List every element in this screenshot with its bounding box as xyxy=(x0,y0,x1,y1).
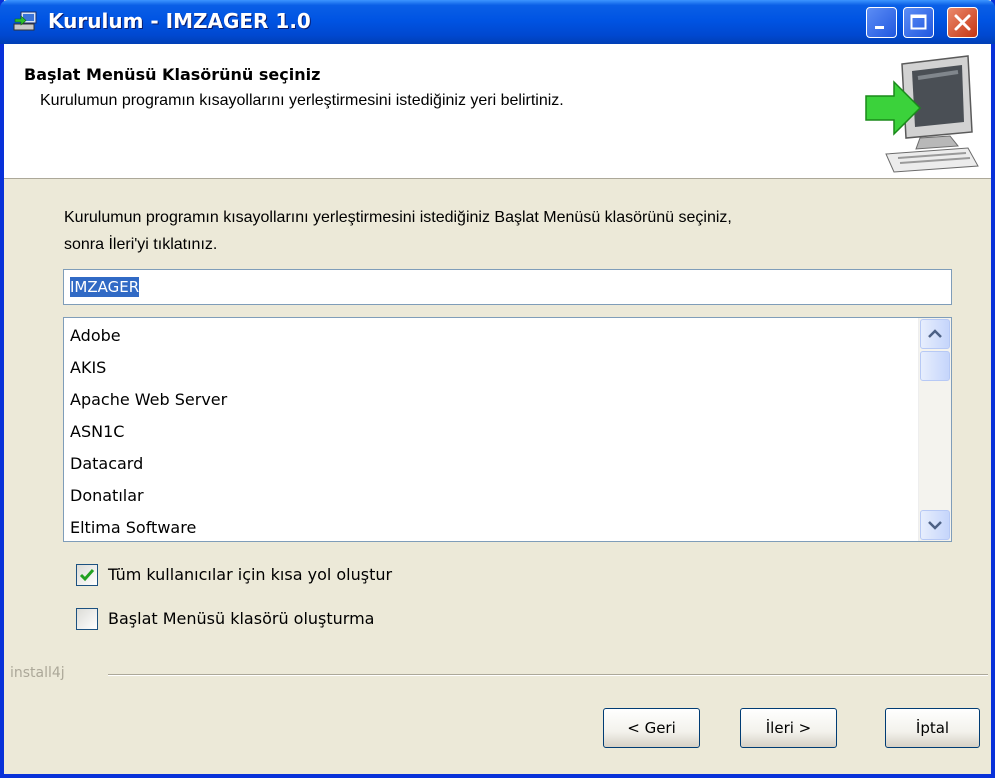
scroll-down-button[interactable] xyxy=(920,510,950,540)
vertical-scrollbar[interactable] xyxy=(918,318,951,541)
no-folder-checkbox[interactable] xyxy=(76,608,98,630)
list-item[interactable]: Eltima Software xyxy=(70,512,227,541)
page-title: Başlat Menüsü Klasörünü seçiniz xyxy=(24,65,321,84)
install4j-brand: install4j xyxy=(10,665,65,681)
folder-name-input[interactable]: IMZAGER xyxy=(63,269,952,305)
page-subtitle: Kurulumun programın kısayollarını yerleş… xyxy=(40,92,564,109)
instruction-line-2: sonra İleri'yi tıklatınız. xyxy=(64,236,218,253)
list-item[interactable]: Adobe xyxy=(70,320,227,352)
checkmark-icon xyxy=(79,569,95,582)
instruction-line-1: Kurulumun programın kısayollarını yerleş… xyxy=(64,209,732,226)
next-button[interactable]: İleri > xyxy=(740,708,837,748)
folder-name-value: IMZAGER xyxy=(70,277,140,297)
list-item[interactable]: Donatılar xyxy=(70,480,227,512)
list-item[interactable]: AKIS xyxy=(70,352,227,384)
scroll-up-button[interactable] xyxy=(920,319,950,349)
start-menu-folder-list[interactable]: Adobe AKIS Apache Web Server ASN1C Datac… xyxy=(63,317,952,542)
list-item[interactable]: Datacard xyxy=(70,448,227,480)
cancel-button[interactable]: İptal xyxy=(885,708,980,748)
minimize-button[interactable] xyxy=(866,7,897,38)
scroll-thumb[interactable] xyxy=(920,351,950,381)
title-bar[interactable]: Kurulum - IMZAGER 1.0 xyxy=(0,0,995,44)
all-users-checkbox[interactable] xyxy=(76,564,98,586)
chevron-up-icon xyxy=(928,329,942,338)
maximize-button[interactable] xyxy=(903,7,934,38)
wizard-header: Başlat Menüsü Klasörünü seçiniz Kurulumu… xyxy=(4,44,991,179)
close-icon xyxy=(954,14,971,31)
list-item[interactable]: Apache Web Server xyxy=(70,384,227,416)
minimize-icon xyxy=(875,26,884,29)
footer-divider xyxy=(108,674,988,676)
computer-install-icon xyxy=(865,55,979,173)
back-button[interactable]: < Geri xyxy=(603,708,700,748)
maximize-icon xyxy=(910,14,927,30)
list-item[interactable]: ASN1C xyxy=(70,416,227,448)
window-title: Kurulum - IMZAGER 1.0 xyxy=(48,9,311,33)
installer-app-icon xyxy=(13,11,37,31)
all-users-shortcut-option[interactable]: Tüm kullanıcılar için kısa yol oluştur xyxy=(76,564,476,588)
no-folder-option[interactable]: Başlat Menüsü klasörü oluşturma xyxy=(76,608,476,632)
instruction-text: Kurulumun programın kısayollarını yerleş… xyxy=(64,204,954,258)
chevron-down-icon xyxy=(928,521,942,530)
close-button[interactable] xyxy=(947,7,978,38)
no-folder-label: Başlat Menüsü klasörü oluşturma xyxy=(108,609,375,628)
installer-window: Kurulum - IMZAGER 1.0 Başlat Menüsü Klas… xyxy=(0,0,995,778)
all-users-label: Tüm kullanıcılar için kısa yol oluştur xyxy=(108,565,393,584)
